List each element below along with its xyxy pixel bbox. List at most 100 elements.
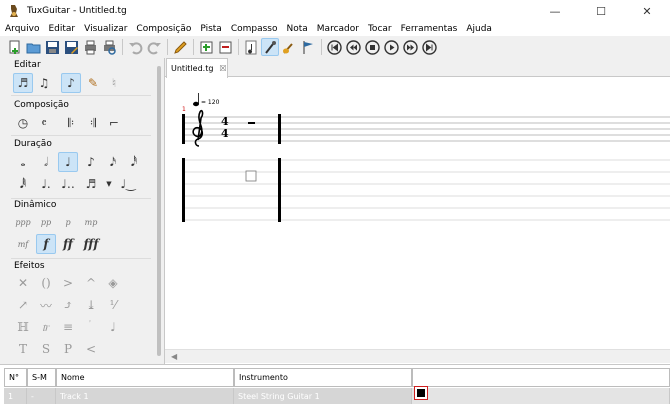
accent-icon[interactable]: > [58,273,78,293]
sixty-fourth-note-icon[interactable]: 𝅘𝅥𝅱 [13,174,33,194]
panel-scrollbar[interactable] [157,66,161,356]
repeat-open-icon[interactable]: 𝄆 [61,113,81,133]
tremolo-picking-icon[interactable]: ≡ [58,317,78,337]
print-preview-icon[interactable] [100,38,118,56]
menu-arquivo[interactable]: Arquivo [5,24,39,34]
whole-note-icon[interactable]: 𝅝 [13,152,33,172]
menu-compasso[interactable]: Compasso [231,24,278,34]
half-note-icon[interactable]: 𝅗𝅥 [36,152,56,172]
fade-in-icon[interactable]: < [81,339,101,359]
track-row-instrument[interactable]: Steel String Guitar 1 [234,388,412,404]
minimize-button[interactable]: — [532,0,578,22]
eighth-note-icon[interactable]: ♪ [81,152,101,172]
column-header-name[interactable]: Nome [56,368,234,387]
pencil-icon[interactable]: ✎ [83,73,103,93]
harmonic-natural-icon[interactable]: ℍ [13,317,33,337]
menu-composicao[interactable]: Composição [136,24,191,34]
menu-nota[interactable]: Nota [287,24,308,34]
score-view-icon[interactable] [242,38,260,56]
palm-mute-icon[interactable]: 𝆫 [81,317,101,337]
tuplet-icon[interactable]: ♬ [81,174,101,194]
trill-icon[interactable]: 𝆖 [36,317,56,337]
menu-marcador[interactable]: Marcador [317,24,359,34]
dynamic-mp-button[interactable]: mp [81,212,101,232]
column-header-number[interactable]: N° [4,368,27,387]
track-row-measures[interactable] [412,388,670,404]
hammer-icon[interactable]: ⤓ [81,295,101,315]
new-file-icon[interactable] [5,38,23,56]
thirty-second-note-icon[interactable]: 𝅘𝅥𝅰 [124,152,144,172]
harmonic-icon[interactable]: ◈ [103,273,123,293]
quarter-note-icon[interactable]: ♩ [58,152,78,172]
alternative-ending-icon[interactable]: ⌐ [104,113,124,133]
popping-icon[interactable]: P [58,339,78,359]
horizontal-scrollbar[interactable]: ◀ [165,349,670,363]
tempo-icon[interactable]: ◷ [13,113,33,133]
undo-icon[interactable] [126,38,144,56]
open-file-icon[interactable] [24,38,42,56]
tapping-icon[interactable]: T [13,339,33,359]
grace-note-icon[interactable]: ⅟ [103,295,123,315]
staccato-icon[interactable]: ♩ [103,317,123,337]
edit-tab-icon[interactable]: ♫ [34,73,54,93]
print-icon[interactable] [81,38,99,56]
track-measure-block[interactable] [414,386,428,400]
time-signature-icon[interactable]: 𝄴 [34,113,54,133]
sixteenth-note-icon[interactable]: 𝅘𝅥𝅯 [103,152,123,172]
natural-icon[interactable]: ♮ [104,73,124,93]
dynamic-ppp-button[interactable]: ppp [13,212,33,232]
close-button[interactable]: ✕ [624,0,670,22]
play-icon[interactable] [382,38,400,56]
menu-tocar[interactable]: Tocar [368,24,392,34]
heavy-accent-icon[interactable]: ^ [81,273,101,293]
edit-score-icon[interactable]: ♬ [13,73,33,93]
guitar-icon[interactable] [280,38,298,56]
menu-visualizar[interactable]: Visualizar [84,24,127,34]
menu-ajuda[interactable]: Ajuda [466,24,492,34]
mixer-icon[interactable] [216,38,234,56]
dynamic-ff-button[interactable]: ff [58,234,78,254]
save-icon[interactable] [43,38,61,56]
track-row-name[interactable]: Track 1 [56,388,234,404]
menu-editar[interactable]: Editar [48,24,75,34]
save-as-icon[interactable] [62,38,80,56]
slide-icon[interactable]: ⤴ [58,295,78,315]
double-dotted-note-icon[interactable]: ♩‥ [58,174,78,194]
stop-icon[interactable] [363,38,381,56]
dynamic-f-button[interactable]: f [36,234,56,254]
flag-icon[interactable] [299,38,317,56]
dead-note-icon[interactable]: ✕ [13,273,33,293]
first-icon[interactable] [325,38,343,56]
repeat-close-icon[interactable]: 𝄇 [83,113,103,133]
edit-pencil-icon[interactable] [171,38,189,56]
redo-icon[interactable] [145,38,163,56]
tracks-icon[interactable] [197,38,215,56]
tab-untitled[interactable]: Untitled.tg ☒ [166,58,228,78]
dynamic-fff-button[interactable]: fff [81,234,101,254]
forward-icon[interactable] [401,38,419,56]
column-header-solo-mute[interactable]: S-M [27,368,56,387]
last-icon[interactable] [420,38,438,56]
dynamic-p-button[interactable]: p [58,212,78,232]
menu-pista[interactable]: Pista [200,24,221,34]
tuplet-dropdown-icon[interactable]: ▼ [99,174,119,194]
dynamic-mf-button[interactable]: mf [13,234,33,254]
bend-icon[interactable]: ↗ [13,295,33,315]
dynamic-pp-button[interactable]: pp [36,212,56,232]
menu-ferramentas[interactable]: Ferramentas [401,24,458,34]
dotted-note-icon[interactable]: ♩. [36,174,56,194]
vibrato-icon[interactable]: 〰 [36,295,56,315]
rewind-icon[interactable] [344,38,362,56]
select-note-icon[interactable]: ♪ [61,73,81,93]
tablature-view-icon[interactable] [261,38,279,56]
scroll-left-icon[interactable]: ◀ [171,352,177,361]
track-row-number[interactable]: 1 [4,388,27,404]
tied-note-icon[interactable]: ♩‿ [118,174,138,194]
tab-cursor[interactable] [245,170,257,182]
close-tab-icon[interactable]: ☒ [219,64,226,73]
slapping-icon[interactable]: S [36,339,56,359]
track-row-solo-mute[interactable]: - [27,388,56,404]
ghost-note-icon[interactable]: () [36,273,56,293]
score-canvas[interactable]: 1 = 120 4 4 [165,78,670,348]
column-header-instrument[interactable]: Instrumento [234,368,412,387]
